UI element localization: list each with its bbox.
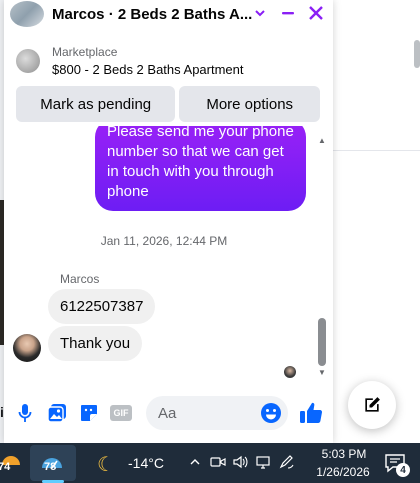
close-button[interactable] — [305, 2, 327, 24]
listing-actions: Mark as pending More options — [16, 86, 320, 122]
gif-icon: GIF — [110, 405, 132, 421]
new-message-button[interactable] — [348, 381, 396, 429]
messenger-chat-window: Marcos · 2 Beds 2 Baths A... Marketplace… — [4, 0, 333, 443]
meet-now-button[interactable] — [209, 453, 227, 471]
attach-photo-button[interactable] — [46, 402, 68, 424]
emoji-button[interactable] — [260, 402, 282, 424]
read-receipt-avatar — [284, 366, 296, 378]
compose-icon — [365, 397, 380, 412]
chat-header[interactable]: Marcos · 2 Beds 2 Baths A... — [4, 0, 333, 28]
moon-weather-icon[interactable]: ☾ — [97, 452, 115, 477]
system-tray — [186, 453, 296, 471]
message-timestamp: Jan 11, 2026, 12:44 PM — [100, 234, 228, 248]
emoji-icon — [261, 403, 281, 423]
clock-time[interactable]: 5:03 PM — [318, 447, 370, 461]
clock-date[interactable]: 1/26/2026 — [312, 465, 374, 479]
listing-thumbnail[interactable] — [16, 48, 40, 73]
listing-title[interactable]: $800 - 2 Beds 2 Baths Apartment — [52, 62, 244, 77]
network-button[interactable] — [255, 453, 273, 471]
temperature[interactable]: -14°C — [128, 455, 164, 471]
notification-count-badge: 4 — [396, 463, 410, 477]
network-icon — [256, 456, 270, 469]
camera-icon — [210, 457, 226, 467]
header-actions — [249, 2, 327, 24]
more-options-button[interactable]: More options — [179, 86, 320, 122]
like-button[interactable] — [298, 400, 324, 426]
incoming-message[interactable]: 6122507387 — [48, 289, 156, 324]
show-hidden-icons-button[interactable] — [186, 453, 204, 471]
volume-button[interactable] — [232, 453, 250, 471]
mark-as-pending-button[interactable]: Mark as pending — [16, 86, 176, 122]
options-button[interactable] — [249, 2, 271, 24]
sender-avatar[interactable] — [13, 334, 41, 362]
incoming-message[interactable]: Thank you — [48, 326, 143, 361]
voice-clip-button[interactable] — [14, 402, 36, 424]
app-badge: 78 — [44, 461, 57, 473]
message-composer: GIF — [4, 392, 333, 434]
sticker-button[interactable] — [78, 402, 100, 424]
listing-text: Marketplace $800 - 2 Beds 2 Baths Apartm… — [52, 45, 244, 77]
scroll-thumb[interactable] — [318, 318, 326, 366]
background-divider — [333, 150, 420, 151]
chevron-down-icon — [255, 10, 265, 17]
minimize-button[interactable] — [277, 2, 299, 24]
page-scrollbar[interactable] — [414, 40, 420, 68]
close-icon — [309, 6, 323, 20]
sticker-icon — [81, 405, 97, 421]
pen-menu-button[interactable] — [278, 453, 296, 471]
taskbar: 74 78 ☾ -14°C 5:03 PM 1/26/2026 4 — [0, 443, 420, 483]
minimize-icon — [282, 12, 294, 15]
listing-avatar[interactable] — [10, 1, 44, 27]
gif-button[interactable]: GIF — [110, 402, 132, 424]
sender-name: Marcos — [60, 272, 100, 286]
speaker-icon — [233, 455, 248, 469]
listing-source: Marketplace — [52, 44, 118, 59]
microphone-icon — [18, 404, 32, 422]
thread-scrollbar[interactable]: ▲ ▼ — [316, 134, 328, 382]
background-page-right — [333, 0, 420, 443]
like-icon — [300, 402, 323, 423]
chat-title[interactable]: Marcos · 2 Beds 2 Baths A... — [52, 6, 252, 23]
chevron-up-icon — [190, 459, 200, 465]
image-icon — [47, 404, 66, 423]
message-thread[interactable]: Please send me your phone number so that… — [4, 126, 333, 388]
scroll-down-arrow[interactable]: ▼ — [318, 368, 326, 377]
marketplace-listing[interactable]: Marketplace $800 - 2 Beds 2 Baths Apartm… — [4, 38, 333, 83]
weather-badge: 74 — [0, 461, 11, 473]
pen-icon — [279, 455, 294, 469]
scroll-up-arrow[interactable]: ▲ — [318, 136, 326, 145]
outgoing-message[interactable]: Please send me your phone number so that… — [95, 126, 306, 211]
